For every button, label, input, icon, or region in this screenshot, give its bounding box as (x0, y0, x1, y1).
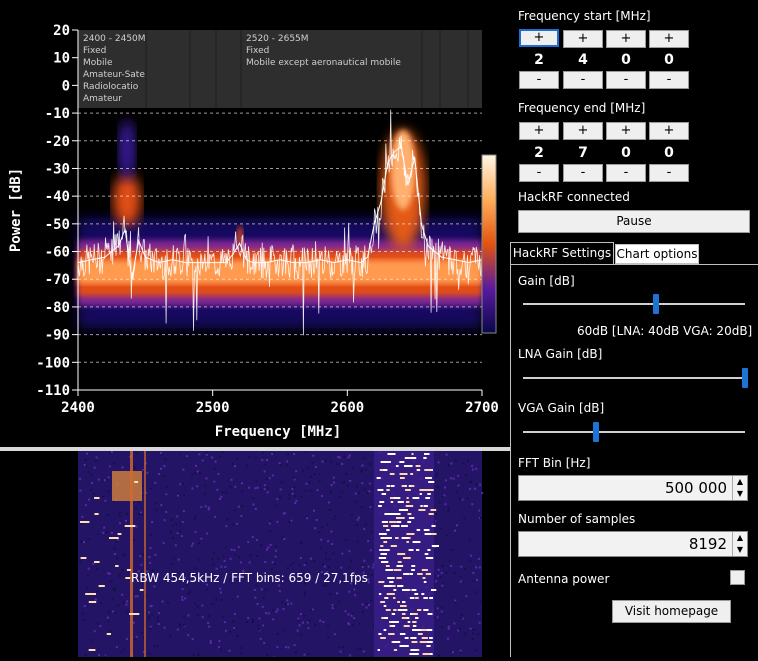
freq-start-digit4-minus-button[interactable]: - (649, 71, 689, 89)
freq-end-digit4-plus-button[interactable]: + (649, 122, 689, 140)
antenna-power-checkbox[interactable] (730, 570, 745, 585)
freq-end-digit1-plus-button[interactable]: + (519, 122, 559, 140)
band1-service: Mobile (83, 57, 145, 69)
y-tick-label: -110 (36, 383, 70, 399)
freq-start-digit2: 4 (563, 52, 603, 68)
freq-end-digit4-minus-button[interactable]: - (649, 164, 689, 182)
gain-readout: 60dB [LNA: 40dB VGA: 20dB] (577, 324, 752, 338)
freq-end-label: Frequency end [MHz] (518, 101, 645, 115)
y-tick-label: -40 (45, 189, 70, 205)
x-axis-label: Frequency [MHz] (215, 424, 341, 440)
freq-end-digit1: 2 (519, 145, 559, 161)
fft-bin-label: FFT Bin [Hz] (518, 456, 590, 470)
x-tick-label: 2500 (196, 400, 230, 416)
samples-stepper[interactable]: ▲ ▼ (732, 532, 747, 556)
freq-start-digit2-plus-button[interactable]: + (563, 30, 603, 48)
fft-bin-input[interactable]: 500 000 ▲ ▼ (518, 475, 748, 501)
y-tick-label: -80 (45, 300, 70, 316)
waterfall-status: RBW 454,5kHz / FFT bins: 659 / 27,1fps (131, 571, 368, 585)
vga-gain-slider[interactable] (523, 431, 745, 433)
y-tick-label: -90 (45, 328, 70, 344)
band2-service: Mobile except aeronautical mobile (246, 57, 421, 69)
freq-start-digit4: 0 (649, 52, 689, 68)
band2-range: 2520 - 2655M (246, 33, 421, 45)
lna-gain-slider[interactable] (523, 377, 745, 379)
band1-range: 2400 - 2450M (83, 33, 145, 45)
vga-gain-slider-thumb[interactable] (593, 422, 599, 442)
vga-gain-label: VGA Gain [dB] (518, 401, 604, 415)
antenna-power-label: Antenna power (518, 572, 609, 586)
gain-slider-thumb[interactable] (653, 294, 659, 314)
lna-gain-label: LNA Gain [dB] (518, 347, 602, 361)
spin-down-icon[interactable]: ▼ (733, 544, 747, 556)
freq-start-digit1: 2 (519, 52, 559, 68)
freq-start-digit3-plus-button[interactable]: + (606, 30, 646, 48)
freq-end-digit3: 0 (606, 145, 646, 161)
waterfall-display: RBW 454,5kHz / FFT bins: 659 / 27,1fps (0, 451, 510, 657)
freq-start-digit1-minus-button[interactable]: - (519, 71, 559, 89)
band1-service: Amateur (83, 93, 145, 105)
band1-info: 2400 - 2450M Fixed Mobile Amateur-Sate R… (83, 33, 145, 105)
spectrum-chart: 20 10 0 -10 -20 -30 -40 -50 -60 -70 -80 -90 -100 -110… (0, 0, 510, 447)
fft-bin-value: 500 000 (665, 479, 727, 497)
x-tick-label: 2400 (61, 400, 95, 416)
visit-homepage-button[interactable]: Visit homepage (612, 600, 731, 623)
waterfall-canvas (0, 451, 510, 657)
tab-hackrf-settings[interactable]: HackRF Settings (510, 242, 614, 264)
spin-down-icon[interactable]: ▼ (733, 488, 747, 500)
y-tick-label: 20 (53, 23, 70, 39)
lna-gain-slider-thumb[interactable] (742, 368, 748, 388)
y-tick-label: -70 (45, 272, 70, 288)
y-tick-label: 0 (62, 78, 70, 94)
spin-up-icon[interactable]: ▲ (733, 532, 747, 544)
freq-end-digit3-plus-button[interactable]: + (606, 122, 646, 140)
fft-bin-stepper[interactable]: ▲ ▼ (732, 476, 747, 500)
y-tick-label: -20 (45, 134, 70, 150)
y-tick-label: -30 (45, 161, 70, 177)
freq-start-digit1-plus-button[interactable]: + (519, 29, 559, 47)
freq-start-label: Frequency start [MHz] (518, 9, 651, 23)
y-tick-label: -100 (36, 355, 70, 371)
band2-info: 2520 - 2655M Fixed Mobile except aeronau… (246, 33, 421, 69)
freq-end-digit3-minus-button[interactable]: - (606, 164, 646, 182)
spin-up-icon[interactable]: ▲ (733, 476, 747, 488)
pause-button[interactable]: Pause (518, 210, 750, 233)
connection-status: HackRF connected (518, 190, 630, 204)
gain-slider[interactable] (523, 303, 745, 305)
gain-label: Gain [dB] (518, 274, 575, 288)
y-tick-label: -50 (45, 217, 70, 233)
band1-service: Fixed (83, 45, 145, 57)
freq-end-digit2-minus-button[interactable]: - (563, 164, 603, 182)
y-axis-ticks: 20 10 0 -10 -20 -30 -40 -50 -60 -70 -80 -90 -100 -110 (36, 23, 78, 399)
freq-end-digit2: 7 (563, 145, 603, 161)
freq-start-digit4-plus-button[interactable]: + (649, 30, 689, 48)
tab-chart-options[interactable]: Chart options (615, 244, 699, 264)
y-axis-label: Power [dB] (8, 168, 24, 252)
y-tick-label: 10 (53, 51, 70, 67)
color-scale-bar (482, 155, 496, 333)
samples-value: 8192 (689, 535, 727, 553)
samples-label: Number of samples (518, 512, 635, 526)
band2-service: Fixed (246, 45, 421, 57)
freq-start-digit2-minus-button[interactable]: - (563, 71, 603, 89)
samples-input[interactable]: 8192 ▲ ▼ (518, 531, 748, 557)
y-tick-label: -10 (45, 106, 70, 122)
freq-end-digit2-plus-button[interactable]: + (563, 122, 603, 140)
x-axis-ticks: 2400 2500 2600 2700 (61, 390, 499, 416)
freq-end-digit4: 0 (649, 145, 689, 161)
persistence-heatmap (78, 108, 482, 390)
y-tick-label: -60 (45, 245, 70, 261)
freq-start-digit3: 0 (606, 52, 646, 68)
x-tick-label: 2600 (330, 400, 364, 416)
band1-service: Radiolocatio (83, 81, 145, 93)
control-panel: Frequency start [MHz] + + + + 2 4 0 0 - … (510, 0, 758, 657)
band1-service: Amateur-Sate (83, 69, 145, 81)
freq-end-digit1-minus-button[interactable]: - (519, 164, 559, 182)
x-tick-label: 2700 (465, 400, 499, 416)
freq-start-digit3-minus-button[interactable]: - (606, 71, 646, 89)
